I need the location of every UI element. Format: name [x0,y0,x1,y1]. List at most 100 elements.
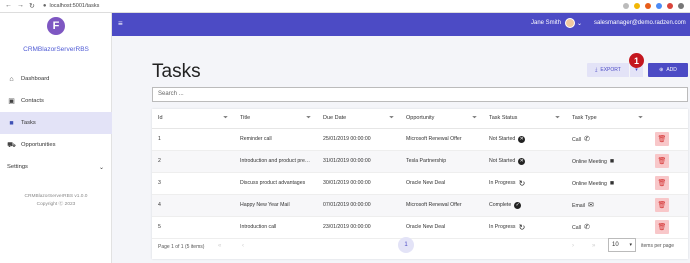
sidebar-item-label: Tasks [21,120,36,126]
forward-icon[interactable]: → [17,2,24,10]
annotation-badge: 1 [629,53,644,68]
sidebar-item-dashboard[interactable]: ⌂ Dashboard [0,68,112,90]
page-size-select[interactable]: 10 ▾ [608,238,636,252]
column-header-task-type[interactable]: Task Type ⏷ [566,109,649,129]
delete-button[interactable]: 🗑 [655,132,669,146]
sidebar-item-tasks[interactable]: ■ Tasks [0,112,112,134]
status-label: In Progress [489,180,516,186]
address-bar[interactable]: localhost:5001/tasks [50,3,100,9]
filter-icon[interactable]: ⏷ [389,115,394,122]
avatar[interactable] [565,18,575,28]
table-row[interactable]: 1 Reminder call 25/01/2019 00:00:00 Microso… [152,128,688,151]
cell-opportunity: Microsoft Renewal Offer [400,194,483,217]
prev-page-icon[interactable]: ‹ [242,243,244,249]
column-header-id[interactable]: Id ⏷ [152,109,234,129]
sidebar-item-label: Dashboard [21,76,50,82]
extension-icon[interactable] [645,3,651,9]
first-page-icon[interactable]: « [218,243,221,249]
cell-due-date: 25/01/2019 00:00:00 [317,128,400,151]
sidebar-item-opportunities[interactable]: ⛟ Opportunities [0,134,112,156]
filter-icon[interactable]: ⏷ [472,115,477,122]
delete-button[interactable]: 🗑 [655,176,669,190]
home-icon: ⌂ [9,75,14,83]
next-page-icon[interactable]: › [572,243,574,249]
tasks-grid: Id ⏷ Title ⏷ Due Date ⏷ Opportunity ⏷ Task S… [152,109,688,259]
trash-icon: 🗑 [657,158,667,165]
video-icon: ■ [609,157,615,165]
table-row[interactable]: 4 Happy New Year Mail 07/01/2019 00:00:00 M… [152,194,688,217]
column-header-due-date[interactable]: Due Date ⏷ [317,109,400,129]
delete-button[interactable]: 🗑 [655,198,669,212]
filter-icon[interactable]: ⏷ [223,115,228,122]
add-button[interactable]: ⊕ ADD [648,63,688,77]
cell-actions: 🗑 [649,172,688,195]
table-row[interactable]: 2 Introduction and product pre… 31/01/2019… [152,150,688,173]
user-name[interactable]: Jane Smith [531,20,561,26]
add-label: ADD [666,67,677,73]
cell-opportunity: Oracle New Deal [400,172,483,195]
cell-status: Not Started ✕ [483,150,566,173]
cell-opportunity: Microsoft Renewal Offer [400,128,483,151]
extension-icon[interactable] [667,3,673,9]
reload-icon[interactable]: ↻ [29,2,35,10]
column-label: Opportunity [406,115,435,122]
search-input[interactable]: Search ... [152,87,688,102]
status-label: Complete [489,202,512,208]
chevron-down-icon: ▾ [629,242,632,248]
sidebar-item-settings[interactable]: Settings ⌄ [0,156,112,178]
column-header-opportunity[interactable]: Opportunity ⏷ [400,109,483,129]
cell-opportunity: Tesla Partnership [400,150,483,173]
column-header-task-status[interactable]: Task Status ⏷ [483,109,566,129]
table-row[interactable]: 3 Discuss product advantages 30/01/2019 00… [152,172,688,195]
cell-status: In Progress ↻ [483,172,566,195]
cell-actions: 🗑 [649,194,688,217]
column-label: Due Date [323,115,347,122]
column-label: Task Type [572,115,597,122]
sidebar-footer: CRMBlazorServerRBS v1.0.0 Copyright Ⓒ 20… [0,193,112,209]
sidebar-item-label: Opportunities [21,142,56,148]
column-label: Task Status [489,115,518,122]
column-label: Id [158,115,163,122]
menu-toggle-icon[interactable]: ≡ [118,20,123,28]
last-page-icon[interactable]: » [592,243,595,249]
download-icon: ⤓ [595,67,598,73]
cell-type: Email ✉ [566,194,649,217]
delete-button[interactable]: 🗑 [655,154,669,168]
status-label: Not Started [489,158,516,164]
cell-due-date: 31/01/2019 00:00:00 [317,150,400,173]
page-button-1[interactable]: 1 [398,237,414,253]
sidebar-item-contacts[interactable]: ▣ Contacts [0,90,112,112]
phone-icon: ✆ [583,136,590,143]
column-header-title[interactable]: Title ⏷ [234,109,317,129]
column-label: Title [240,115,251,122]
delete-button[interactable]: 🗑 [655,220,669,234]
cell-title: Introduction and product pre… [234,150,317,173]
cell-type: Online Meeting ■ [566,172,649,195]
check-circle-icon: ✓ [514,201,522,209]
extension-icon[interactable] [634,3,640,9]
top-bar: ≡ Jane Smith ⌄ salesmanager@demo.radzen.… [112,13,690,36]
extension-icon[interactable] [656,3,662,9]
sync-icon: ↻ [518,178,526,188]
export-button[interactable]: ⤓ EXPORT [587,63,629,77]
mail-icon: ✉ [587,202,594,209]
column-header-actions [649,109,688,129]
app-logo-icon: F [47,17,65,35]
status-label: In Progress [489,224,516,230]
back-icon[interactable]: ← [5,2,12,10]
items-per-page-label: items per page [641,243,675,249]
cell-id: 3 [152,172,234,195]
cell-id: 2 [152,150,234,173]
type-label: Online Meeting [572,180,607,187]
page-size-value: 10 [612,242,619,248]
sidebar-item-label: Contacts [21,98,44,104]
filter-icon[interactable]: ⏷ [555,115,560,122]
sidebar: F CRMBlazorServerRBS ⌂ Dashboard ▣ Conta… [0,13,112,263]
pager-info: Page 1 of 1 (5 items) [158,244,205,250]
cell-due-date: 30/01/2019 00:00:00 [317,172,400,195]
filter-icon[interactable]: ⏷ [638,115,643,122]
profile-icon[interactable] [678,3,684,9]
filter-icon[interactable]: ⏷ [306,115,311,122]
extension-icon[interactable] [623,3,629,9]
chevron-down-icon[interactable]: ⌄ [577,20,582,27]
